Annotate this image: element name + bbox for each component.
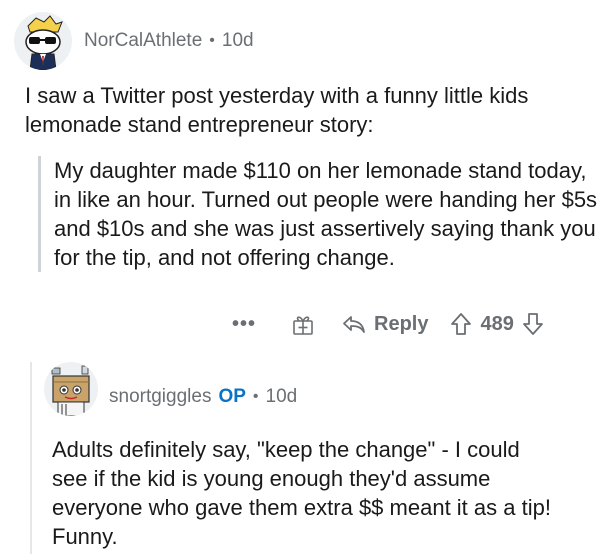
comment-2-body: Adults definitely say, "keep the change"…: [52, 437, 551, 549]
comment-1-meta: NorCalAthlete • 10d: [84, 30, 254, 52]
comment-2-meta: snortgiggles OP • 10d: [109, 386, 297, 408]
reply-button[interactable]: Reply: [342, 313, 428, 336]
comment-age: 10d: [221, 30, 254, 51]
avatar[interactable]: [44, 362, 98, 416]
meta-separator: •: [252, 388, 259, 405]
snoo-avatar-icon: [14, 12, 72, 70]
comment-action-bar: ••• Reply 489: [232, 309, 544, 339]
more-options-button[interactable]: •••: [232, 313, 256, 336]
op-badge: OP: [218, 386, 246, 407]
thread-line[interactable]: [30, 362, 32, 554]
downvote-icon[interactable]: [522, 312, 544, 336]
blockquote: My daughter made $110 on her lemonade st…: [38, 156, 599, 272]
award-button[interactable]: [290, 311, 316, 337]
comment-age: 10d: [265, 386, 298, 407]
meta-separator: •: [209, 32, 215, 49]
gift-icon: [293, 316, 313, 335]
vote-score: 489: [480, 312, 514, 335]
username[interactable]: snortgiggles: [109, 386, 211, 408]
reply-label: Reply: [374, 312, 429, 335]
username[interactable]: NorCalAthlete: [84, 30, 202, 52]
reply-arrow-icon: [343, 316, 365, 333]
comment-1-body: I saw a Twitter post yesterday with a fu…: [25, 83, 529, 137]
upvote-icon[interactable]: [450, 312, 472, 336]
snoo-avatar-icon: [44, 362, 98, 416]
avatar[interactable]: [14, 12, 72, 70]
